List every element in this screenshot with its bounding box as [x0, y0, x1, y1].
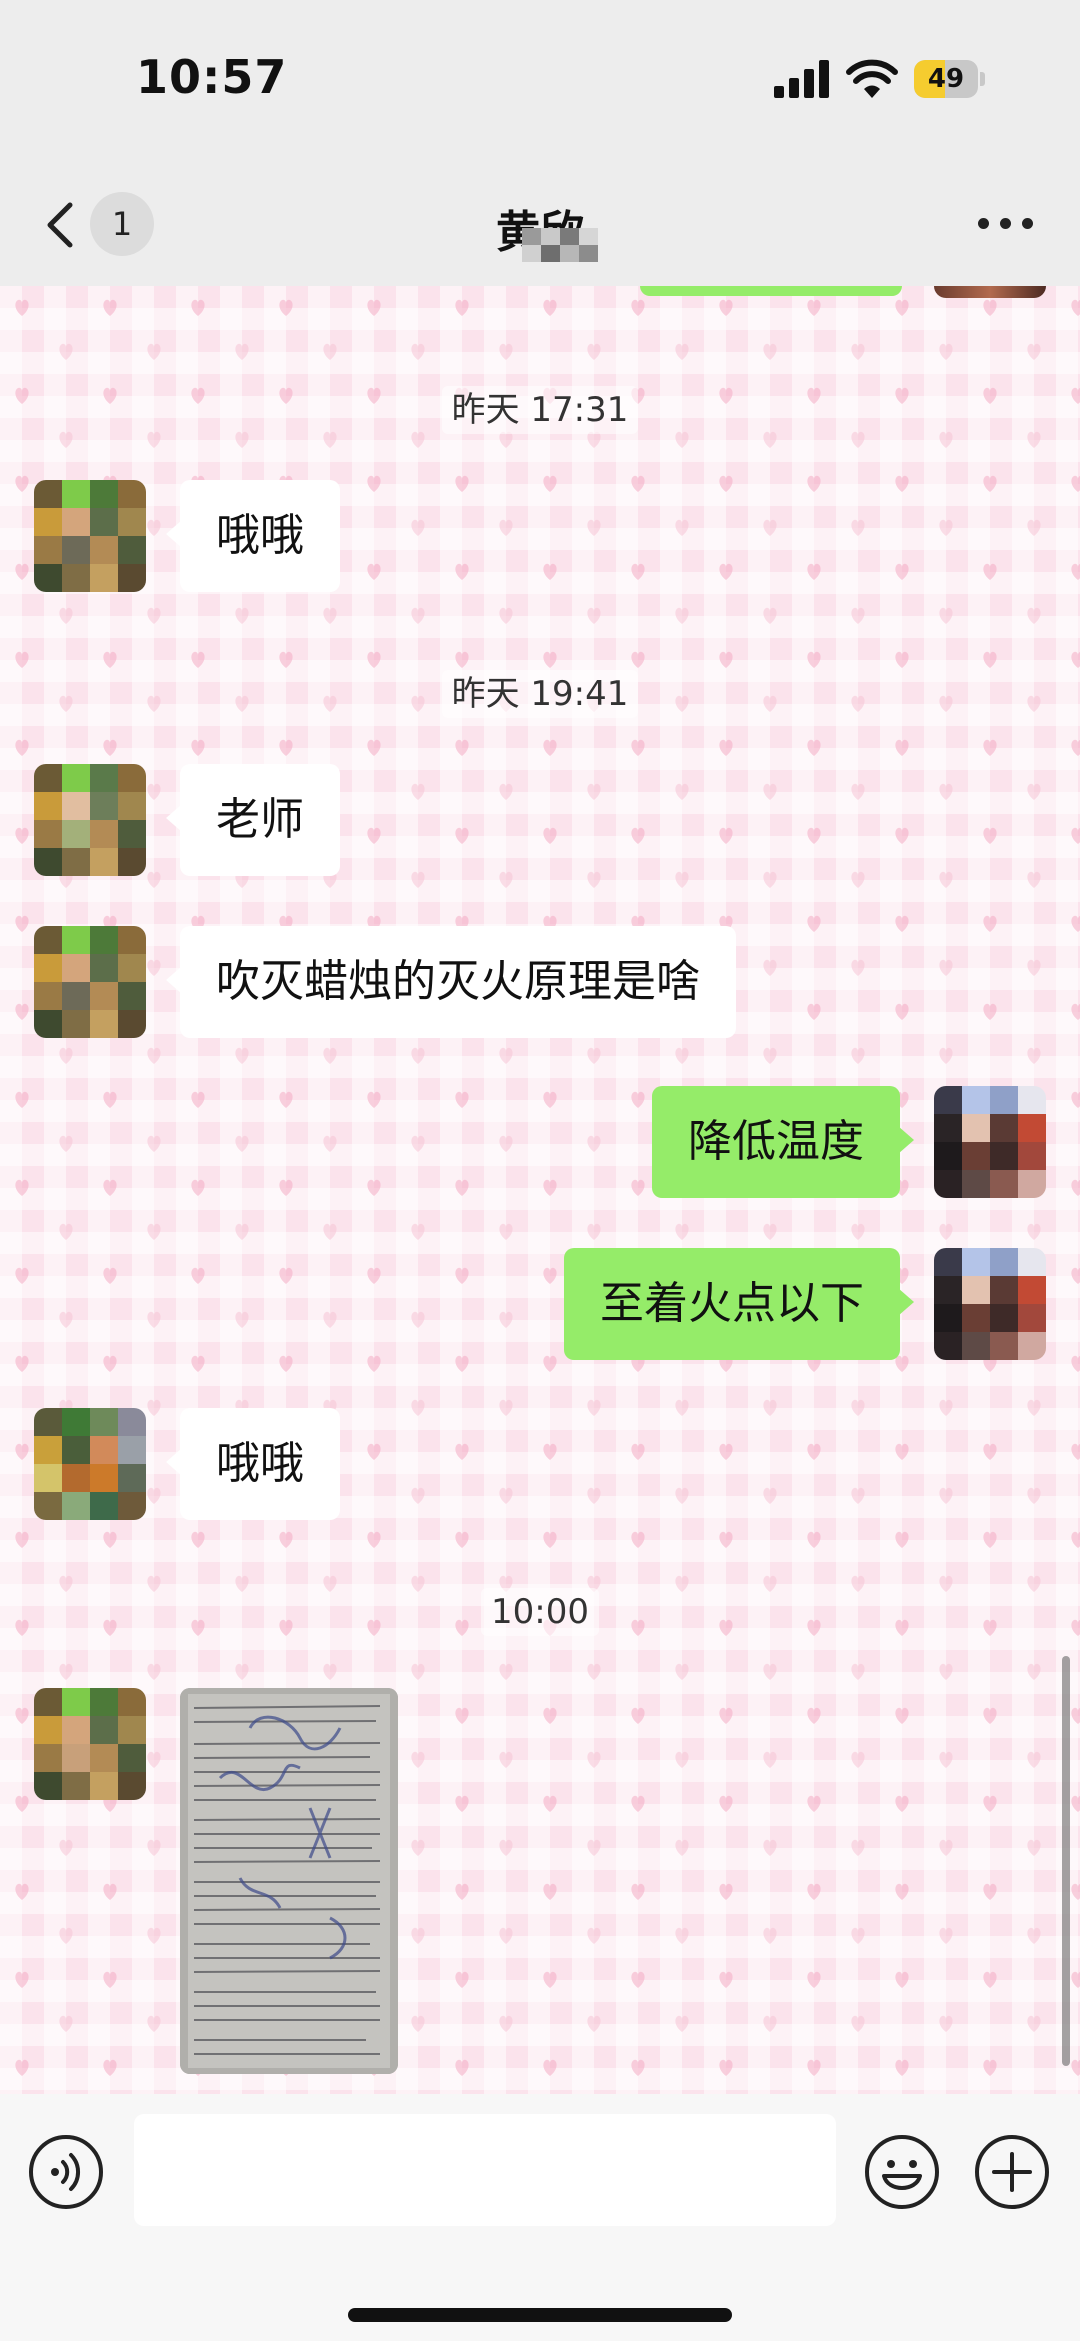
- signal-icon: [774, 60, 829, 98]
- incoming-message-bubble[interactable]: 吹灭蜡烛的灭火原理是啥: [166, 926, 736, 1038]
- timestamp: 10:00: [0, 1588, 1080, 1636]
- outgoing-message-bubble[interactable]: 降低温度: [652, 1086, 914, 1198]
- previous-message-bubble[interactable]: [640, 286, 902, 296]
- chat-header: 1 黄欣: [0, 160, 1080, 286]
- battery-icon: 49: [914, 60, 986, 98]
- status-bar: 10:57 49: [0, 0, 1080, 160]
- wechat-chat-screen: 10:57 49 1 黄欣: [0, 0, 1080, 2341]
- chevron-left-icon: [47, 202, 73, 248]
- status-time: 10:57: [136, 50, 288, 104]
- my-avatar[interactable]: [934, 1248, 1046, 1360]
- home-indicator[interactable]: [348, 2308, 732, 2322]
- unread-count-badge: 1: [90, 192, 154, 256]
- battery-level: 49: [927, 64, 965, 94]
- emoji-icon[interactable]: [864, 2134, 940, 2210]
- input-bar: [0, 2094, 1080, 2341]
- incoming-message-bubble[interactable]: 哦哦: [166, 1408, 340, 1520]
- wifi-icon: [846, 59, 898, 98]
- chat-message-list[interactable]: 昨天 17:31 哦哦 昨天 19:41 老师 吹灭蜡烛的灭火原理是啥 降低温度…: [0, 286, 1080, 2094]
- more-options-button[interactable]: [970, 206, 1040, 242]
- plus-icon[interactable]: [974, 2134, 1050, 2210]
- contact-avatar[interactable]: [34, 1408, 146, 1520]
- incoming-message-bubble[interactable]: 哦哦: [166, 480, 340, 592]
- scrollbar[interactable]: [1062, 1656, 1070, 2066]
- message-input[interactable]: [134, 2114, 836, 2226]
- back-button[interactable]: 1: [36, 190, 156, 260]
- heart-pattern-background: [0, 286, 1080, 2094]
- title-mosaic: [522, 228, 598, 262]
- timestamp: 昨天 17:31: [0, 382, 1080, 434]
- contact-avatar[interactable]: [34, 764, 146, 876]
- outgoing-message-bubble[interactable]: 至着火点以下: [564, 1248, 914, 1360]
- incoming-message-bubble[interactable]: 老师: [166, 764, 340, 876]
- contact-avatar[interactable]: [34, 926, 146, 1038]
- more-icon: [978, 218, 989, 229]
- voice-icon[interactable]: [28, 2134, 104, 2210]
- my-avatar[interactable]: [934, 1086, 1046, 1198]
- timestamp: 昨天 19:41: [0, 666, 1080, 718]
- previous-message-avatar[interactable]: [934, 286, 1046, 298]
- contact-avatar[interactable]: [34, 1688, 146, 1800]
- worksheet-photo: [180, 1688, 398, 2074]
- contact-avatar[interactable]: [34, 480, 146, 592]
- image-message[interactable]: [180, 1688, 398, 2074]
